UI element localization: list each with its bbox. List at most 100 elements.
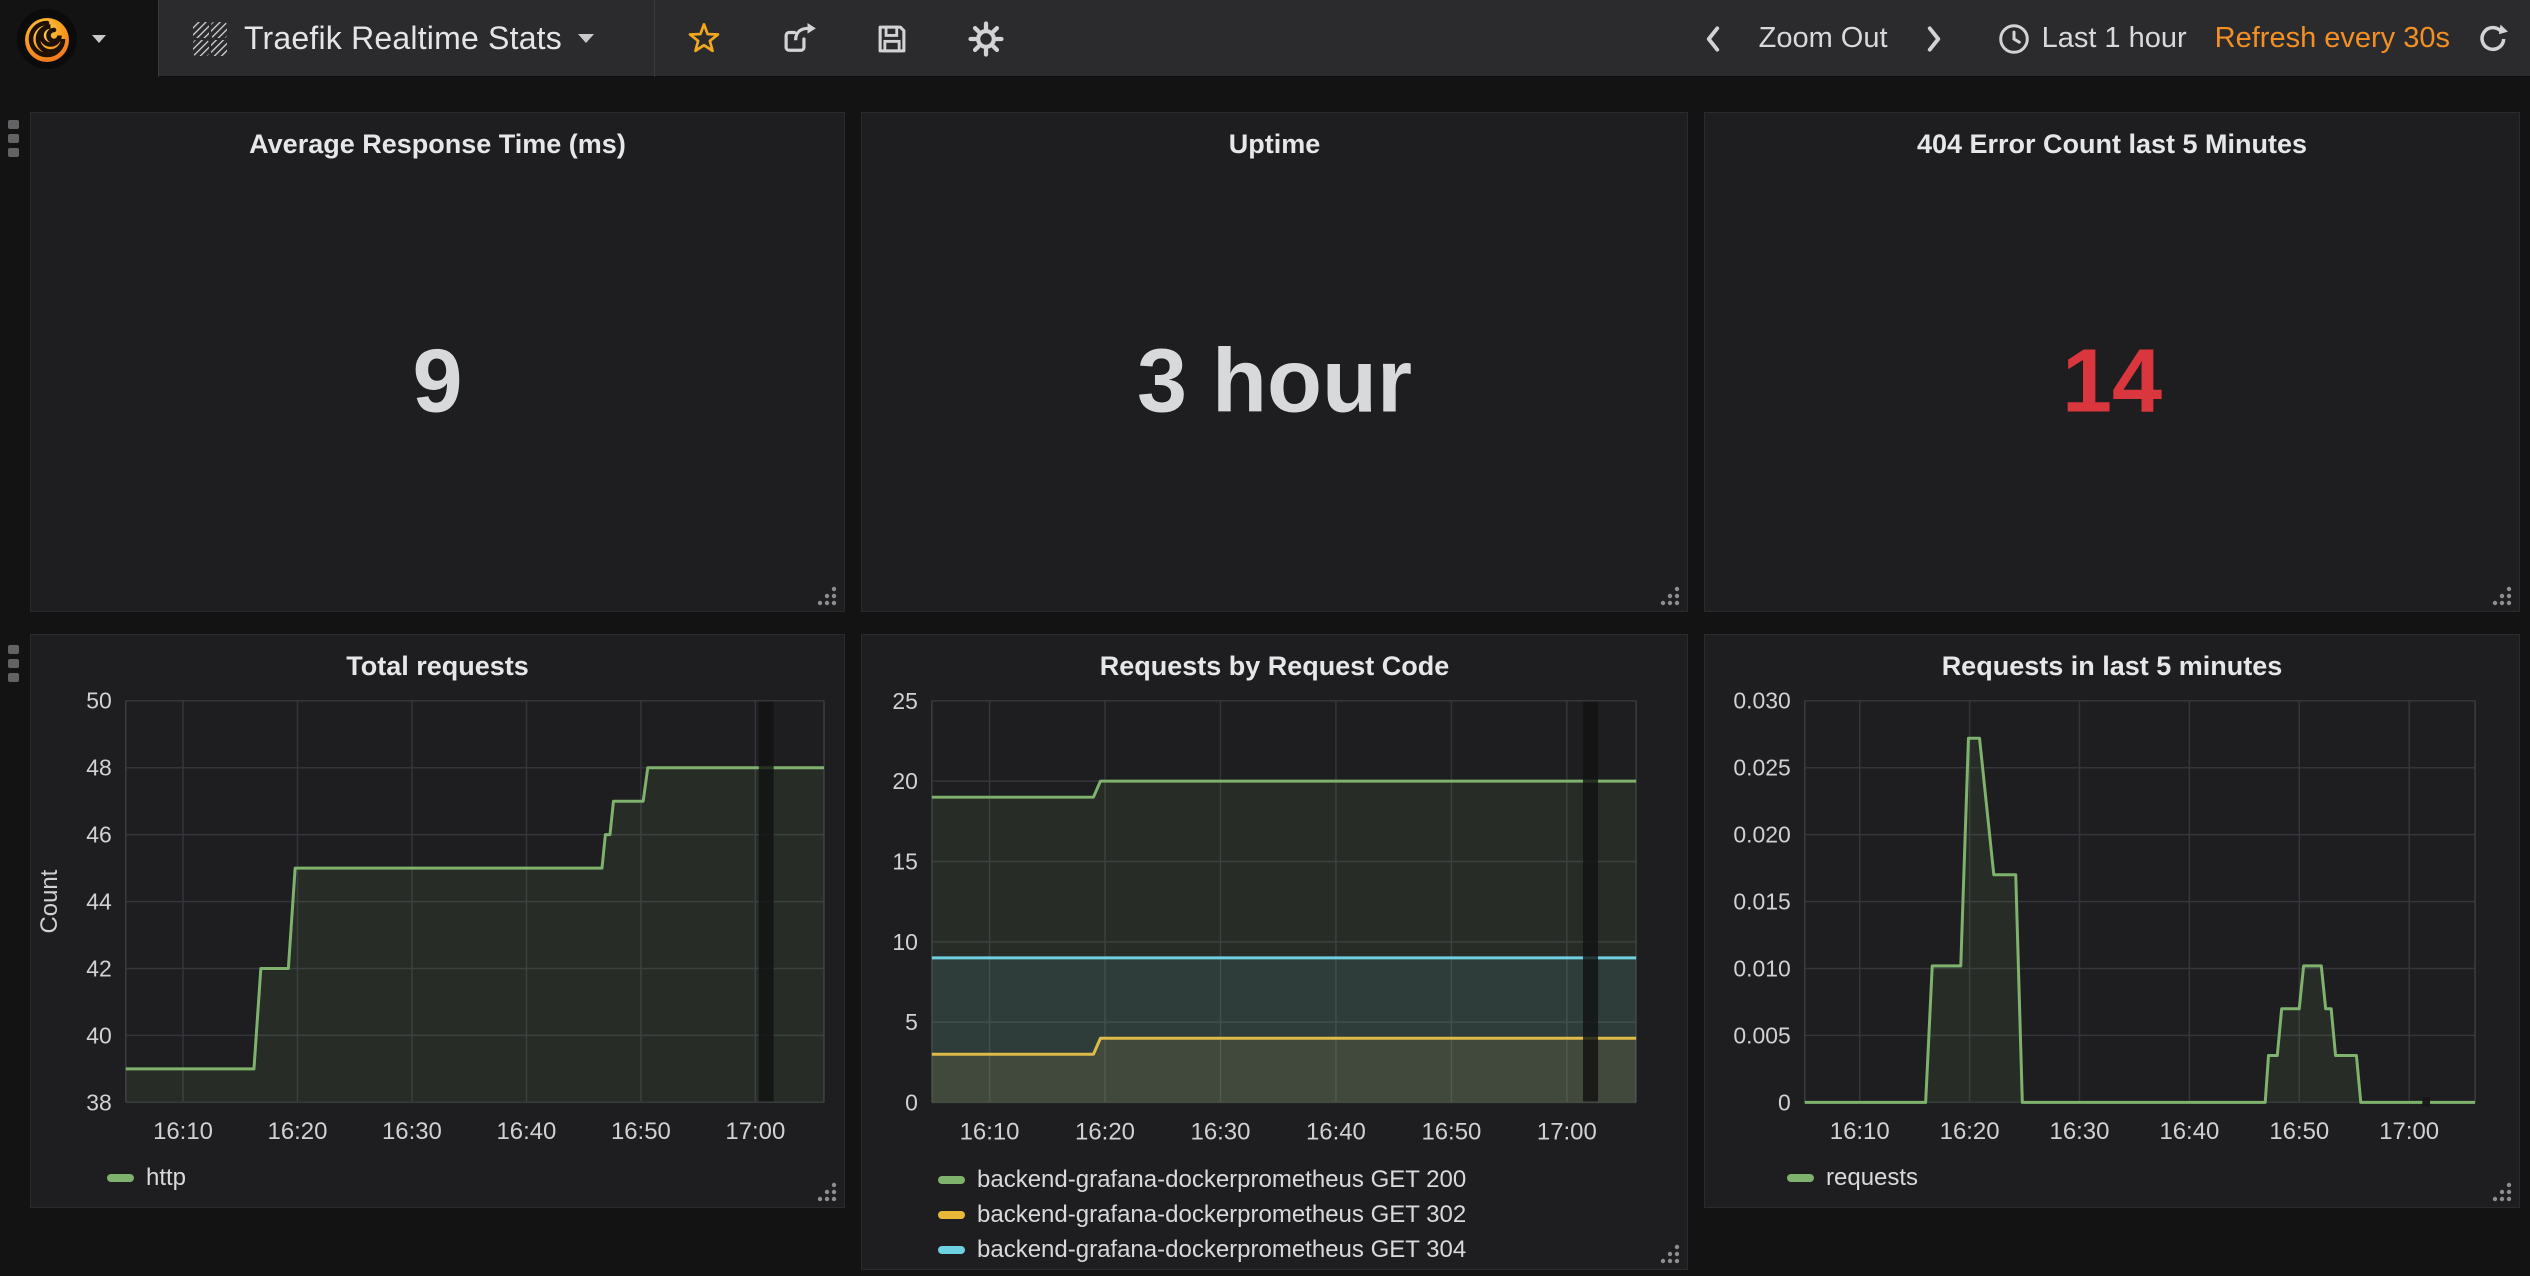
time-back-button[interactable]	[1693, 15, 1733, 63]
legend-item[interactable]: backend-grafana-dockerprometheus GET 304	[938, 1232, 1466, 1267]
svg-text:46: 46	[86, 822, 112, 848]
legend-label: http	[146, 1164, 186, 1192]
svg-text:0.030: 0.030	[1733, 688, 1790, 714]
svg-text:0.020: 0.020	[1733, 822, 1790, 848]
stat-value: 14	[1705, 330, 2519, 433]
panel-average-response-time: Average Response Time (ms) 9	[30, 112, 845, 612]
legend-swatch-icon	[107, 1174, 134, 1182]
legend-label: requests	[1826, 1164, 1918, 1192]
svg-text:5: 5	[905, 1009, 918, 1035]
svg-text:Count: Count	[36, 869, 63, 933]
zoom-out-button[interactable]: Zoom Out	[1759, 22, 1888, 55]
refresh-button[interactable]	[2472, 15, 2512, 63]
svg-text:0.010: 0.010	[1733, 955, 1790, 981]
save-button[interactable]	[868, 15, 916, 63]
svg-text:16:40: 16:40	[1306, 1118, 1366, 1145]
clock-icon	[1997, 22, 2031, 56]
svg-text:20: 20	[892, 768, 918, 794]
panel-title[interactable]: Requests in last 5 minutes	[1705, 651, 2519, 682]
requests-last-5-min-chart[interactable]: 0 0.005 0.010 0.015 0.020 0.025 0.030 16:10 16:2…	[1705, 635, 2519, 1207]
svg-text:0.025: 0.025	[1733, 755, 1790, 781]
chart-legend: backend-grafana-dockerprometheus GET 200…	[938, 1162, 1466, 1267]
refresh-icon	[2475, 22, 2509, 56]
svg-text:16:50: 16:50	[1421, 1118, 1481, 1145]
svg-text:50: 50	[86, 688, 112, 714]
resize-handle[interactable]	[817, 1181, 839, 1203]
svg-text:44: 44	[86, 889, 112, 915]
chart-legend: http	[107, 1160, 186, 1195]
resize-handle[interactable]	[1660, 1243, 1682, 1265]
dashboard-actions	[656, 0, 1010, 77]
save-icon	[873, 20, 911, 58]
legend-label: backend-grafana-dockerprometheus GET 304	[977, 1236, 1466, 1264]
svg-text:0.005: 0.005	[1733, 1022, 1790, 1048]
panel-title[interactable]: Requests by Request Code	[862, 651, 1687, 682]
chart-legend: requests	[1787, 1160, 1918, 1195]
legend-item[interactable]: backend-grafana-dockerprometheus GET 302	[938, 1197, 1466, 1232]
legend-label: backend-grafana-dockerprometheus GET 200	[977, 1166, 1466, 1194]
row-drag-handle[interactable]	[8, 120, 20, 157]
time-picker-button[interactable]	[1994, 15, 2034, 63]
svg-text:16:50: 16:50	[2269, 1118, 2329, 1145]
panel-title[interactable]: Total requests	[31, 651, 844, 682]
svg-text:0: 0	[1778, 1089, 1791, 1115]
time-range-label[interactable]: Last 1 hour	[2042, 22, 2187, 55]
panel-title[interactable]: 404 Error Count last 5 Minutes	[1705, 129, 2519, 160]
stat-value: 9	[31, 330, 844, 433]
svg-text:16:20: 16:20	[1940, 1118, 2000, 1145]
legend-swatch-icon	[938, 1246, 965, 1254]
svg-text:0.015: 0.015	[1733, 889, 1790, 915]
legend-swatch-icon	[938, 1176, 965, 1184]
refresh-interval-label[interactable]: Refresh every 30s	[2215, 22, 2450, 55]
svg-text:16:10: 16:10	[153, 1118, 213, 1145]
dashboard-grid-icon	[192, 21, 228, 57]
dashboard-picker[interactable]: Traefik Realtime Stats	[160, 0, 655, 77]
dashboard-title: Traefik Realtime Stats	[244, 20, 562, 57]
stat-value: 3 hour	[862, 330, 1687, 433]
svg-text:16:30: 16:30	[1191, 1118, 1251, 1145]
svg-text:16:30: 16:30	[382, 1118, 442, 1145]
legend-item[interactable]: http	[107, 1160, 186, 1195]
legend-swatch-icon	[1787, 1174, 1814, 1182]
svg-text:38: 38	[86, 1089, 112, 1115]
svg-text:16:40: 16:40	[2159, 1118, 2219, 1145]
row-drag-handle[interactable]	[8, 645, 20, 682]
svg-text:0: 0	[905, 1090, 918, 1116]
panel-total-requests: 3840424446485016:1016:2016:3016:4016:501…	[30, 634, 845, 1208]
chevron-down-icon	[92, 35, 106, 43]
panel-title[interactable]: Uptime	[862, 129, 1687, 160]
legend-item[interactable]: backend-grafana-dockerprometheus GET 200	[938, 1162, 1466, 1197]
panel-uptime: Uptime 3 hour	[861, 112, 1688, 612]
grafana-logo-icon	[16, 8, 78, 70]
share-button[interactable]	[774, 15, 822, 63]
svg-text:16:40: 16:40	[496, 1118, 556, 1145]
settings-button[interactable]	[962, 15, 1010, 63]
svg-text:17:00: 17:00	[2379, 1118, 2439, 1145]
legend-item[interactable]: requests	[1787, 1160, 1918, 1195]
time-controls: Zoom Out Last 1 hour Refresh every 30s	[1693, 0, 2512, 77]
chevron-left-icon	[1702, 23, 1724, 55]
svg-text:10: 10	[892, 929, 918, 955]
resize-handle[interactable]	[2492, 585, 2514, 607]
svg-text:25: 25	[892, 688, 918, 714]
svg-text:42: 42	[86, 955, 112, 981]
svg-text:17:00: 17:00	[725, 1118, 785, 1145]
time-forward-button[interactable]	[1914, 15, 1954, 63]
resize-handle[interactable]	[2492, 1181, 2514, 1203]
total-requests-chart[interactable]: 3840424446485016:1016:2016:3016:4016:501…	[31, 635, 844, 1207]
resize-handle[interactable]	[1660, 585, 1682, 607]
share-icon	[779, 20, 817, 58]
panel-title[interactable]: Average Response Time (ms)	[31, 129, 844, 160]
legend-swatch-icon	[938, 1211, 965, 1219]
resize-handle[interactable]	[817, 585, 839, 607]
svg-text:16:10: 16:10	[960, 1118, 1020, 1145]
panel-requests-by-request-code: 051015202516:1016:2016:3016:4016:5017:00…	[861, 634, 1688, 1270]
panel-requests-last-5-minutes: 0 0.005 0.010 0.015 0.020 0.025 0.030 16:10 16:2…	[1704, 634, 2520, 1208]
panel-404-error-count: 404 Error Count last 5 Minutes 14	[1704, 112, 2520, 612]
svg-text:16:10: 16:10	[1830, 1118, 1890, 1145]
grafana-main-menu[interactable]	[0, 0, 159, 77]
svg-text:16:20: 16:20	[1075, 1118, 1135, 1145]
svg-text:40: 40	[86, 1022, 112, 1048]
star-button[interactable]	[680, 15, 728, 63]
svg-text:16:30: 16:30	[2050, 1118, 2110, 1145]
